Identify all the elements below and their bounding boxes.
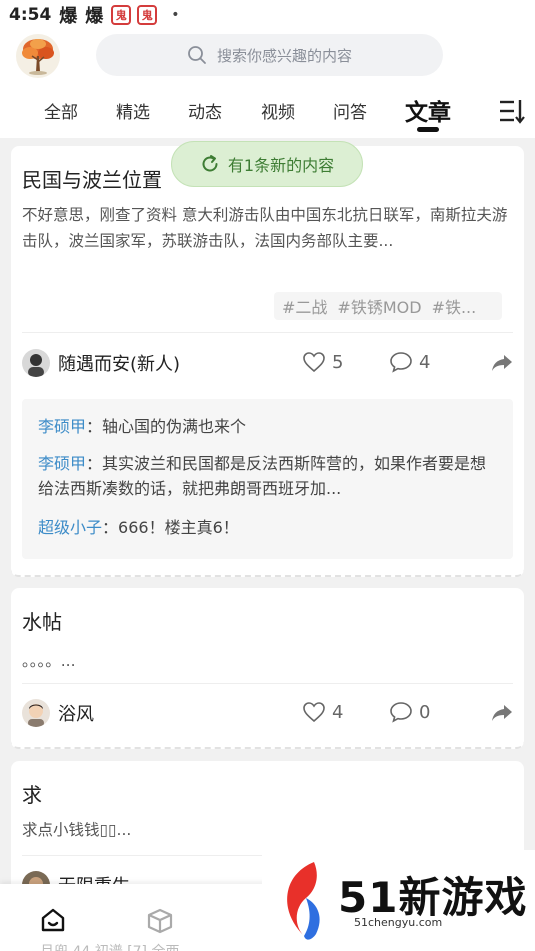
bottom-nav: 月兜 44 初谱 [7] 全西	[0, 884, 300, 951]
refresh-icon	[202, 155, 218, 172]
comment-icon	[390, 352, 412, 373]
search-icon	[188, 46, 206, 64]
comment-icon	[390, 702, 412, 723]
more-notifications-dot: •	[171, 7, 180, 23]
heart-icon	[303, 352, 325, 373]
cube-icon[interactable]	[146, 908, 174, 934]
divider	[22, 683, 513, 684]
status-time: 4:54	[9, 5, 52, 25]
comment-separator: ：	[86, 417, 103, 436]
like-count: 4	[332, 701, 344, 723]
active-tab-indicator	[417, 127, 439, 132]
heart-icon	[303, 702, 325, 723]
watermark-url: 51chengyu.com	[354, 916, 443, 929]
notification-icon: 爆	[59, 6, 78, 27]
comment-item: 超级小子：666！楼主真6！	[38, 515, 498, 540]
commenter-name[interactable]: 超级小子	[38, 518, 102, 537]
post-title[interactable]: 求	[22, 779, 42, 808]
post-excerpt: 。。。。...	[22, 652, 76, 670]
comment-text: 其实波兰和民国都是反法西斯阵营的，如果作者要是想给法西斯凑数的话，就把弗朗哥西班…	[38, 454, 487, 498]
post-tags: #二战 #铁锈MOD #铁...	[274, 292, 502, 320]
home-icon[interactable]	[40, 908, 66, 932]
comment-count: 0	[419, 701, 431, 723]
app-notification-icon: 鬼	[137, 5, 158, 25]
tag[interactable]: #二战	[282, 294, 327, 318]
author-name[interactable]: 随遇而安(新人)	[58, 350, 180, 376]
new-content-toast[interactable]: 有1条新的内容	[171, 141, 363, 187]
post-author-row: 随遇而安(新人) 5 4	[22, 345, 513, 385]
comment-text: 轴心国的伪满也来个	[102, 417, 247, 436]
post-title[interactable]: 水帖	[22, 606, 62, 635]
tree-logo-avatar[interactable]	[16, 34, 60, 78]
tab-qa[interactable]: 问答	[333, 98, 367, 123]
comment-button[interactable]: 0	[389, 701, 430, 723]
category-tabs: 全部 精选 动态 视频 问答 文章	[0, 90, 535, 136]
header: 搜索你感兴趣的内容 全部 精选 动态 视频 问答 文章	[0, 30, 535, 138]
post-title[interactable]: 民国与波兰位置	[22, 164, 162, 193]
search-placeholder: 搜索你感兴趣的内容	[216, 46, 352, 65]
tab-featured[interactable]: 精选	[116, 98, 150, 123]
comment-item: 李硕甲：轴心国的伪满也来个	[38, 414, 498, 439]
author-name[interactable]: 浴风	[58, 700, 94, 726]
tab-articles[interactable]: 文章	[405, 93, 451, 127]
tab-updates[interactable]: 动态	[188, 98, 222, 123]
divider	[22, 332, 513, 333]
comment-separator: ：	[86, 454, 103, 473]
tab-all[interactable]: 全部	[44, 98, 78, 123]
commenter-name[interactable]: 李硕甲	[38, 417, 86, 436]
comment-separator: ：	[102, 518, 119, 537]
hot-comments[interactable]: 李硕甲：轴心国的伪满也来个 李硕甲：其实波兰和民国都是反法西斯阵营的，如果作者要…	[22, 399, 513, 559]
tag[interactable]: #铁锈MOD	[337, 294, 421, 318]
comment-button[interactable]: 4	[389, 351, 430, 373]
status-bar: 4:54 爆 爆 鬼 鬼 •	[0, 0, 535, 30]
toast-text: 有1条新的内容	[227, 156, 335, 175]
comment-count: 4	[419, 351, 431, 373]
post-excerpt: 求点小钱钱▯▯...	[22, 821, 132, 839]
like-button[interactable]: 5	[302, 351, 343, 373]
commenter-name[interactable]: 李硕甲	[38, 454, 86, 473]
avatar[interactable]	[22, 349, 50, 377]
post-card[interactable]: 民国与波兰位置 不好意思，刚查了资料 意大利游击队由中国东北抗日联军，南斯拉夫游…	[11, 146, 524, 577]
tab-videos[interactable]: 视频	[261, 98, 295, 123]
watermark-logo-icon	[287, 862, 320, 940]
search-bar[interactable]: 搜索你感兴趣的内容	[96, 34, 443, 76]
tag[interactable]: #铁...	[432, 294, 477, 318]
post-card[interactable]: 水帖 。。。。... 浴风 4 0	[11, 588, 524, 749]
tab-menu-icon[interactable]	[498, 98, 526, 124]
post-author-row: 浴风 4 0	[22, 695, 513, 735]
app-root: 4:54 爆 爆 鬼 鬼 • 搜索你感兴趣的内容 全部 精选 动态 视频 问答 …	[0, 0, 535, 951]
avatar[interactable]	[22, 699, 50, 727]
watermark: 51新游戏 51chengyu.com	[262, 850, 535, 951]
like-count: 5	[332, 351, 344, 373]
share-icon[interactable]	[490, 703, 514, 723]
share-icon[interactable]	[490, 353, 514, 373]
comment-item: 李硕甲：其实波兰和民国都是反法西斯阵营的，如果作者要是想给法西斯凑数的话，就把弗…	[38, 451, 498, 503]
post-excerpt: 不好意思，刚查了资料 意大利游击队由中国东北抗日联军，南斯拉夫游击队，波兰国家军…	[22, 206, 508, 250]
comment-text: 666！楼主真6！	[118, 518, 239, 537]
partially-hidden-text: 月兜 44 初谱 [7] 全西	[40, 941, 179, 951]
app-notification-icon: 鬼	[111, 5, 132, 25]
notification-icon: 爆	[85, 6, 104, 27]
like-button[interactable]: 4	[302, 701, 343, 723]
